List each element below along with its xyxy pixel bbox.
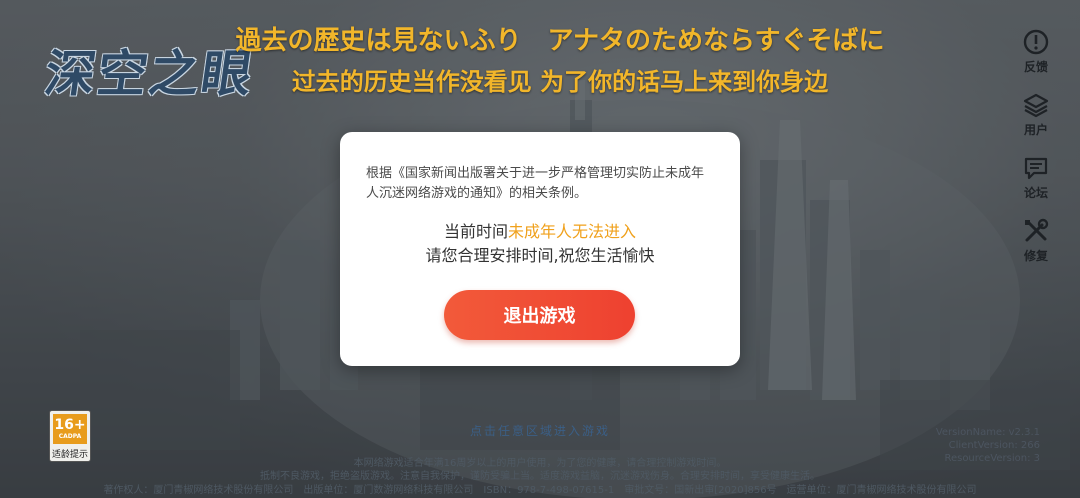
feedback-button[interactable]: 反馈 (1020, 28, 1052, 75)
dialog-legal-text: 根据《国家新闻出版署关于进一步严格管理切实防止未成年人沉迷网络游戏的通知》的相关… (366, 166, 705, 201)
tap-to-enter-hint: 点击任意区域进入游戏 (469, 424, 610, 438)
repair-label: 修复 (1023, 249, 1048, 263)
lyric-chinese: 过去的历史当作没看见 为了你的话马上来到你身边 (291, 68, 829, 96)
chat-bubble-icon (1024, 157, 1048, 180)
anti-addiction-dialog: 根据《国家新闻出版署关于进一步严格管理切实防止未成年人沉迷网络游戏的通知》的相关… (340, 132, 740, 366)
feedback-label: 反馈 (1023, 60, 1048, 74)
user-label: 用户 (1023, 123, 1048, 137)
dialog-status-prefix: 当前时间 (443, 222, 508, 241)
exclamation-circle-icon (1023, 29, 1049, 55)
client-version: ClientVersion: 266 (948, 440, 1040, 451)
dialog-status-highlight: 未成年人无法进入 (508, 222, 637, 241)
forum-label: 论坛 (1023, 186, 1048, 200)
repair-button[interactable]: 修复 (1020, 217, 1052, 264)
lyric-japanese: 過去の歴史は見ないふり アナタのためならすぐそばに (235, 26, 885, 56)
dialog-wish-line: 请您合理安排时间,祝您生活愉快 (425, 246, 655, 265)
version-info: VersionName: v2.3.1 ClientVersion: 266 R… (936, 426, 1040, 465)
publisher-notice: 著作权人：厦门青椒网络技术股份有限公司 出版单位：厦门数游网络科技有限公司 IS… (103, 485, 977, 496)
user-button[interactable]: 用户 (1020, 91, 1052, 138)
wrench-screwdriver-icon (1025, 218, 1049, 242)
exit-game-button[interactable]: 退出游戏 (444, 290, 635, 340)
dialog-status-line: 当前时间未成年人无法进入 (340, 218, 740, 242)
health-notice-line-2: 抵制不良游戏，拒绝盗版游戏。注意自我保护，谨防受骗上当。适度游戏益脑，沉迷游戏伤… (260, 471, 820, 482)
resource-version: ResourceVersion: 3 (944, 453, 1040, 464)
version-name: VersionName: v2.3.1 (935, 427, 1040, 438)
side-menu: 反馈 用户 论坛 修复 (1020, 28, 1052, 280)
layers-icon (1023, 93, 1049, 118)
forum-button[interactable]: 论坛 (1020, 154, 1052, 201)
